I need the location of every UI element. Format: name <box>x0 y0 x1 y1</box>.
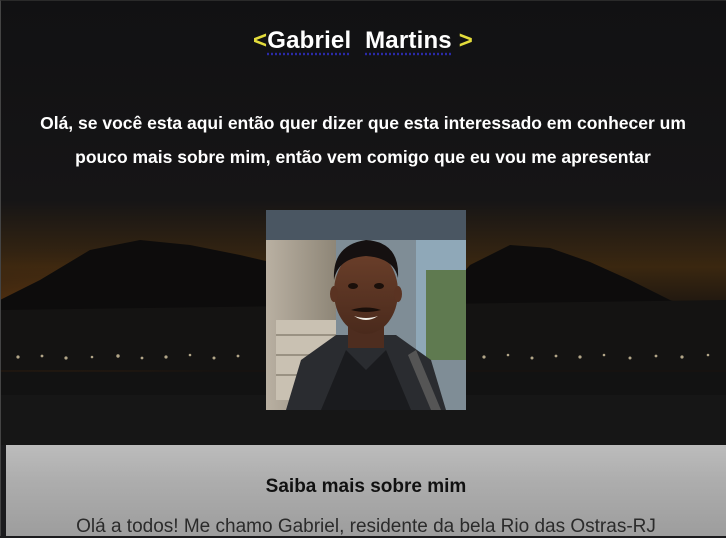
title-last-name: Martins <box>365 27 452 54</box>
title-first-name: Gabriel <box>267 27 352 54</box>
intro-text: Olá, se você esta aqui então quer dizer … <box>40 112 686 167</box>
title-bracket-close: > <box>458 27 473 54</box>
profile-photo <box>266 210 466 410</box>
page-title: <Gabriel Martins > <box>0 27 726 55</box>
hero-section: <Gabriel Martins > Olá, se você esta aqu… <box>0 0 726 445</box>
title-bracket-open: < <box>253 27 268 54</box>
about-section: Saiba mais sobre mim Olá a todos! Me cha… <box>6 445 726 537</box>
about-text: Olá a todos! Me chamo Gabriel, residente… <box>76 516 656 537</box>
about-title: Saiba mais sobre mim <box>265 476 467 497</box>
